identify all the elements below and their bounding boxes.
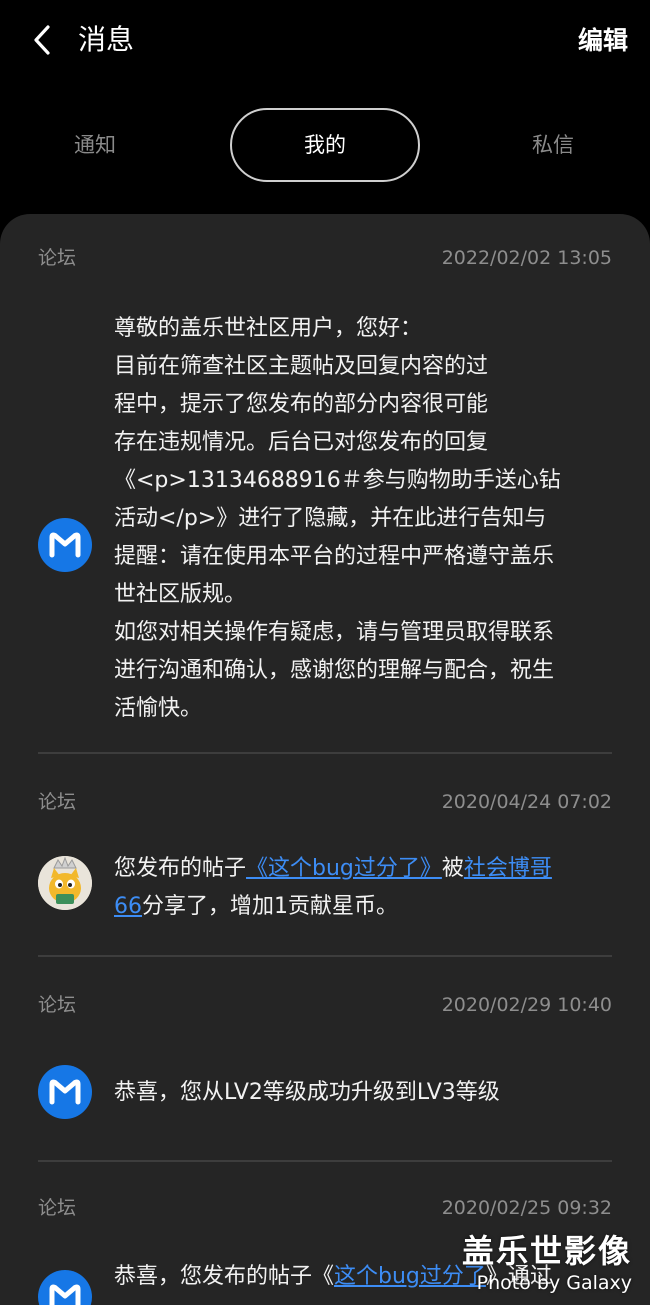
message-line: 提醒：请在使用本平台的过程中严格遵守盖乐 <box>114 544 555 569</box>
messages-screen: 消息 编辑 通知 我的 私信 论坛 2022/02/02 13:05 尊敬的盖乐… <box>0 0 650 1305</box>
m-logo-icon <box>38 1270 92 1305</box>
message-source: 论坛 <box>38 1197 77 1219</box>
message-item[interactable]: 论坛 2020/02/29 10:40 恭喜，您从LV2等级成功升级到LV3等级 <box>38 991 612 1121</box>
message-item[interactable]: 论坛 2022/02/02 13:05 尊敬的盖乐世社区用户，您好： 目前在筛查… <box>38 244 612 744</box>
message-text: 您发布的帖子 <box>114 856 247 881</box>
post-link[interactable]: 《这个bug过分了》 <box>246 856 442 881</box>
divider <box>38 1160 612 1162</box>
message-line: 进行沟通和确认，感谢您的理解与配合，祝生 <box>114 658 555 683</box>
cat-crown-avatar <box>38 856 92 910</box>
message-text: 被 <box>441 856 464 881</box>
watermark-subtitle: Photo by Galaxy <box>476 1272 632 1294</box>
watermark: 盖乐世影像 Photo by Galaxy <box>462 1231 632 1295</box>
message-line: 活动</p>》进行了隐藏，并在此进行告知与 <box>114 506 547 531</box>
message-time: 2020/02/29 10:40 <box>441 994 612 1016</box>
page-title: 消息 <box>78 23 135 56</box>
message-time: 2022/02/02 13:05 <box>441 247 612 269</box>
message-body: 尊敬的盖乐世社区用户，您好： 目前在筛查社区主题帖及回复内容的过 程中，提示了您… <box>114 310 612 728</box>
message-line: 活愉快。 <box>114 696 203 721</box>
back-button[interactable] <box>22 20 62 60</box>
message-time: 2020/04/24 07:02 <box>441 791 612 813</box>
tab-notifications[interactable]: 通知 <box>40 108 150 182</box>
message-text: 分享了，增加1贡献星币。 <box>142 894 398 919</box>
tab-bar: 通知 我的 私信 <box>0 108 650 184</box>
message-line: 程中，提示了您发布的部分内容很可能 <box>114 392 489 417</box>
message-line: 存在违规情况。后台已对您发布的回复 <box>114 430 489 455</box>
message-line: 尊敬的盖乐世社区用户，您好： <box>114 316 423 341</box>
message-source: 论坛 <box>38 247 77 269</box>
tab-mine[interactable]: 我的 <box>230 108 420 182</box>
tab-private-messages[interactable]: 私信 <box>498 108 608 182</box>
chevron-left-icon <box>34 25 50 55</box>
message-source: 论坛 <box>38 791 77 813</box>
message-list: 论坛 2022/02/02 13:05 尊敬的盖乐世社区用户，您好： 目前在筛查… <box>0 214 650 1305</box>
message-line: 如您对相关操作有疑虑，请与管理员取得联系 <box>114 620 555 645</box>
message-body: 您发布的帖子《这个bug过分了》被社会博哥 66分享了，增加1贡献星币。 <box>114 850 612 926</box>
m-logo-icon <box>38 518 92 572</box>
edit-button[interactable]: 编辑 <box>578 22 628 60</box>
header: 消息 编辑 <box>0 0 650 82</box>
message-line: 世社区版规。 <box>114 582 247 607</box>
divider <box>38 955 612 957</box>
message-line: 目前在筛查社区主题帖及回复内容的过 <box>114 354 489 379</box>
user-link[interactable]: 社会博哥 <box>464 856 552 881</box>
message-time: 2020/02/25 09:32 <box>441 1197 612 1219</box>
divider <box>38 752 612 754</box>
watermark-title: 盖乐世影像 <box>461 1232 632 1270</box>
message-source: 论坛 <box>38 994 77 1016</box>
message-line: 《<p>13134688916＃参与购物助手送心钻 <box>114 468 561 493</box>
user-link[interactable]: 66 <box>114 894 142 919</box>
m-logo-icon <box>38 1065 92 1119</box>
message-item[interactable]: 论坛 2020/04/24 07:02 您发布的帖子《这个bug过分了》被社会博… <box>38 788 612 948</box>
message-body: 恭喜，您从LV2等级成功升级到LV3等级 <box>114 1080 500 1105</box>
message-text: 恭喜，您发布的帖子《 <box>114 1264 335 1289</box>
